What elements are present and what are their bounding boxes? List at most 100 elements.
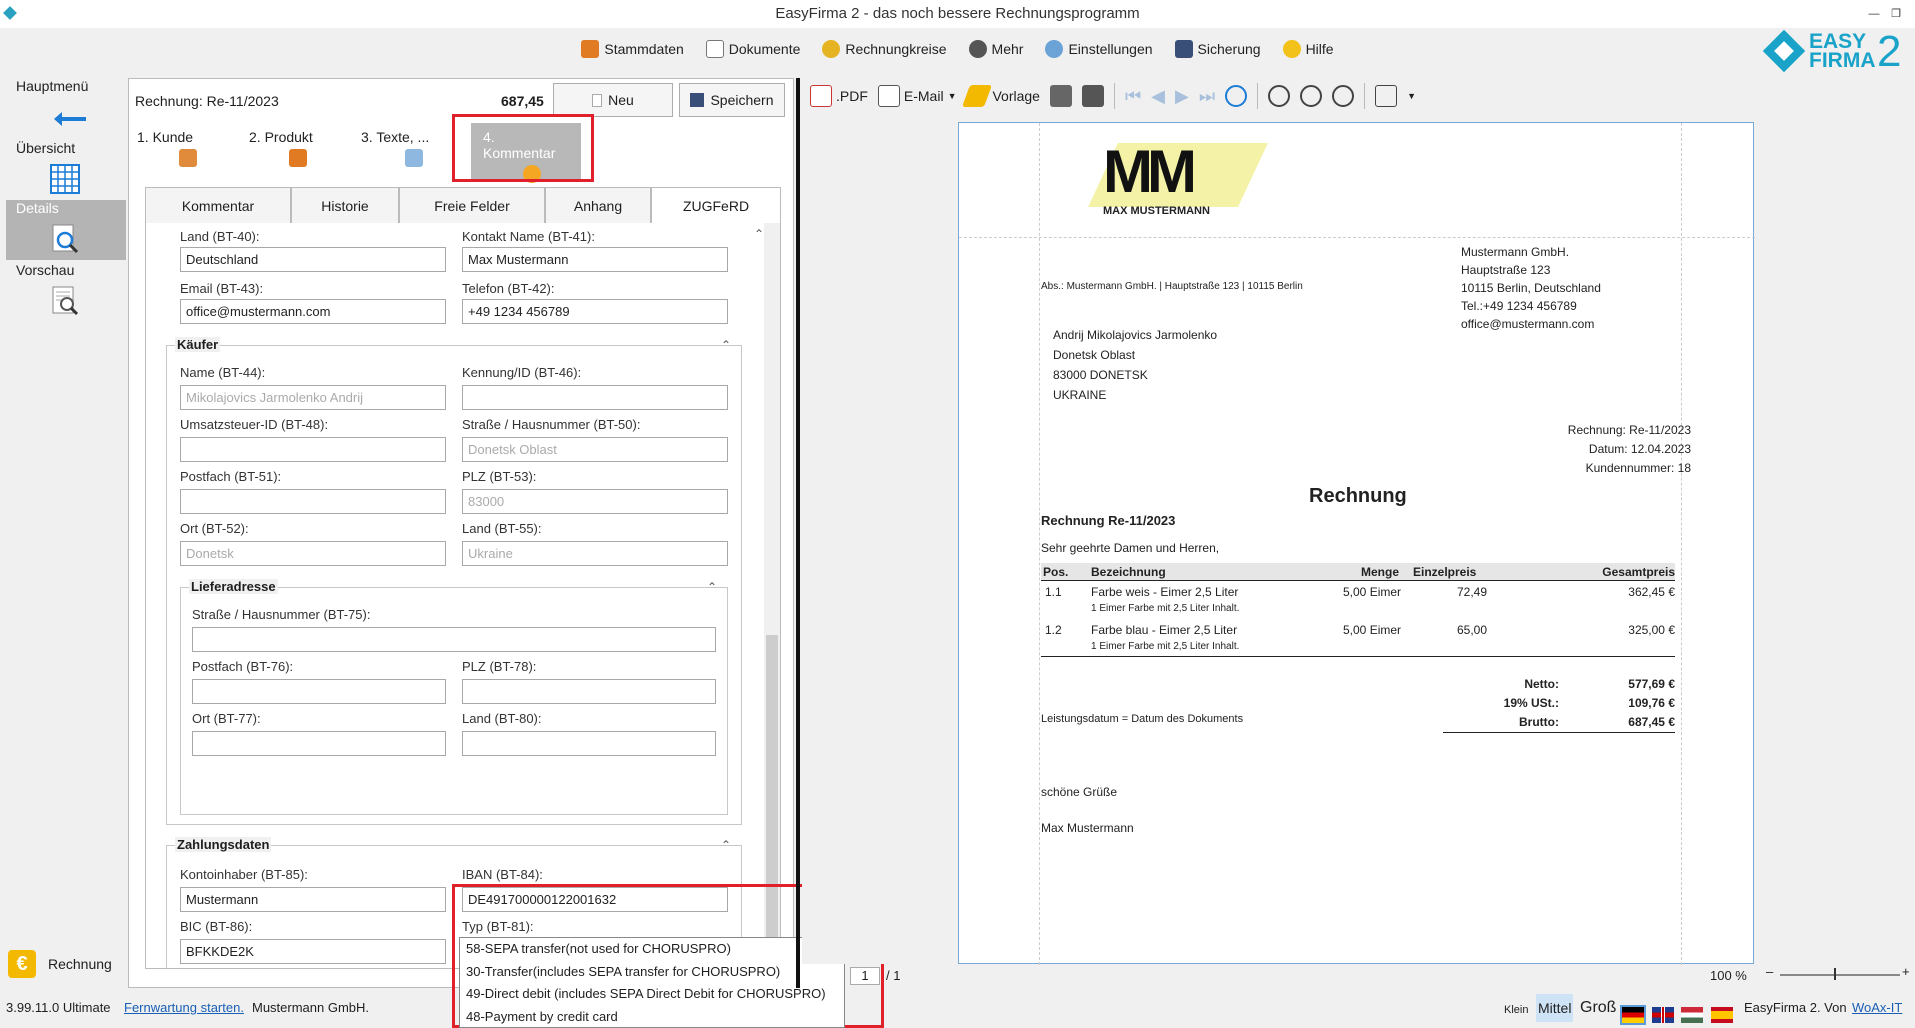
dropdown-arrow-icon[interactable]: ▼ [948,91,957,101]
compass-icon[interactable] [1225,85,1248,107]
step-kunde[interactable]: 1. Kunde [137,129,197,167]
land-kaeufer-field[interactable]: Ukraine [462,541,728,566]
zoom-icon[interactable] [1300,85,1323,107]
prev-page-icon[interactable]: ◀ [1151,86,1165,107]
liefer-ort-field[interactable] [192,731,446,756]
zoom-out-icon[interactable] [1268,85,1291,107]
calendar-grid-icon [50,164,80,194]
document-search-icon [52,224,79,254]
tab-kommentar[interactable]: Kommentar [145,187,291,223]
panel-splitter[interactable] [796,78,800,988]
leistungsdatum: Leistungsdatum = Datum des Dokuments [1041,713,1244,725]
save-button[interactable]: Speichern [679,83,785,117]
easyfirma-logo: EASY FIRMA 2 [1762,30,1905,74]
telefon-field[interactable]: +49 1234 456789 [462,299,728,324]
app-icon [3,6,17,20]
invoice-amount: 687,45 [501,93,544,109]
flag-de-icon[interactable] [1620,1004,1646,1025]
zoom-in-button[interactable]: + [1902,964,1910,979]
tab-freie-felder[interactable]: Freie Felder [399,187,545,223]
highlight-kommentar [452,114,594,182]
help-icon [1282,40,1301,58]
step-produkt[interactable]: 2. Produkt [249,129,313,167]
first-page-icon[interactable]: ⏮ [1125,86,1141,107]
sidebar-item-uebersicht[interactable]: Übersicht [6,140,126,200]
export-icon[interactable] [1375,85,1398,107]
name-field[interactable]: Mikolajovics Jarmolenko Andrij [180,385,446,410]
liefer-land-field[interactable] [462,731,716,756]
collapse-kaeufer-icon[interactable]: ⌃ [721,338,731,352]
remote-support-link[interactable]: Fernwartung starten. [124,994,244,1022]
tab-zugferd[interactable]: ZUGFeRD [651,187,781,223]
email-field[interactable]: office@mustermann.com [180,299,446,324]
size-gross[interactable]: Groß [1580,994,1616,1022]
liefer-postfach-field[interactable] [192,679,446,704]
vorlage-button[interactable]: Vorlage [962,85,1040,107]
size-klein[interactable]: Klein [1504,996,1528,1024]
woax-link[interactable]: WoAx-IT [1852,994,1902,1022]
zoom-level: 100 % [1710,968,1747,983]
zoom-slider-thumb[interactable] [1834,968,1836,980]
email-icon [877,85,900,107]
menu-sicherung[interactable]: Sicherung [1174,40,1261,58]
print-icon[interactable] [1081,85,1104,107]
dropdown-arrow-icon[interactable]: ▼ [1407,91,1416,101]
liefer-plz-field[interactable] [462,679,716,704]
preview-statusbar: 1 / 1 100 % – + [802,964,1915,988]
tab-anhang[interactable]: Anhang [545,187,651,223]
form-scrollbar[interactable] [764,223,780,968]
tab-historie[interactable]: Historie [291,187,399,223]
size-mittel[interactable]: Mittel [1536,994,1574,1022]
kennung-field[interactable] [462,385,728,410]
ort-field[interactable]: Donetsk [180,541,446,566]
email-button[interactable]: E-Mail ▼ [877,85,957,107]
restore-icon[interactable]: ❐ [1885,0,1907,28]
sender-line: Abs.: Mustermann GmbH. | Hauptstraße 123… [1041,281,1303,292]
minimize-icon[interactable]: — [1863,0,1885,28]
dropdown-option[interactable]: 30-Transfer(includes SEPA transfer for C… [460,961,844,984]
collapse-icon[interactable]: ⌃ [754,227,764,241]
menu-dokumente[interactable]: Dokumente [705,40,800,58]
preview-toolbar: .PDF E-Mail ▼ Vorlage ⏮ ◀ ▶ ⏭ ▼ [802,78,1915,114]
menu-hilfe[interactable]: Hilfe [1282,40,1334,58]
collapse-liefer-icon[interactable]: ⌃ [707,580,717,594]
menu-rechnungkreise[interactable]: Rechnungkreise [822,40,947,58]
menu-mehr[interactable]: Mehr [968,40,1023,58]
kontakt-name-field[interactable]: Max Mustermann [462,247,728,272]
strasse-field[interactable]: Donetsk Oblast [462,437,728,462]
items-table: Pos. Bezeichnung Menge Einzelpreis Gesam… [1041,563,1675,657]
new-button[interactable]: Neu [553,83,673,117]
flag-es-icon[interactable] [1710,1006,1733,1023]
sidebar-item-details[interactable]: Details [6,200,126,260]
sidebar-item-hauptmenue[interactable]: Hauptmenü [6,78,126,138]
umsatzsteuer-id-field[interactable] [180,437,446,462]
print-preview-icon[interactable] [1049,85,1072,107]
menu-einstellungen[interactable]: Einstellungen [1045,40,1153,58]
totals: Netto: 577,69 € 19% USt.: 109,76 € Brutto:… [1443,675,1675,733]
liefer-strasse-field[interactable] [192,627,716,652]
kontoinhaber-field[interactable]: Mustermann [180,887,446,912]
zoom-in-icon[interactable] [1332,85,1355,107]
main-menu: Stammdaten Dokumente Rechnungkreise Mehr… [0,28,1915,74]
dropdown-option[interactable]: 58-SEPA transfer(not used for CHORUSPRO) [460,938,844,961]
pdf-icon [810,85,832,107]
more-icon [968,40,987,58]
flag-hu-icon[interactable] [1681,1006,1704,1023]
export-pdf-button[interactable]: .PDF [810,85,868,107]
land-field[interactable]: Deutschland [180,247,446,272]
zoom-slider[interactable] [1780,974,1900,976]
flag-uk-icon[interactable] [1651,1006,1674,1023]
bic-field[interactable]: BFKKDE2K [180,939,446,964]
menu-stammdaten[interactable]: Stammdaten [581,40,684,58]
zoom-out-button[interactable]: – [1766,964,1773,979]
collapse-zahlung-icon[interactable]: ⌃ [721,838,731,852]
floppy-icon [1174,40,1193,58]
sidebar-item-vorschau[interactable]: Vorschau [6,262,126,322]
next-page-icon[interactable]: ▶ [1175,86,1189,107]
plz-field[interactable]: 83000 [462,489,728,514]
postfach-field[interactable] [180,489,446,514]
page-number-input[interactable]: 1 [850,967,880,985]
last-page-icon[interactable]: ⏭ [1199,86,1215,107]
sidebar: Hauptmenü Übersicht Details Vorschau [0,74,126,984]
step-texte[interactable]: 3. Texte, ... [361,129,429,167]
